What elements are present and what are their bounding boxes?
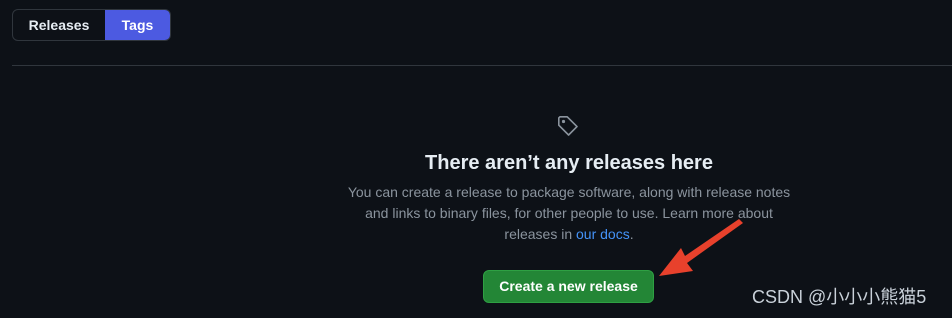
csdn-watermark: CSDN @小小小熊猫5 bbox=[752, 287, 927, 307]
releases-page: Releases Tags There aren’t any releases … bbox=[0, 0, 952, 318]
tag-icon bbox=[558, 116, 578, 136]
tab-tags[interactable]: Tags bbox=[105, 10, 170, 40]
description-line-3-prefix: releases in bbox=[504, 226, 576, 242]
blank-slate-title: There aren’t any releases here bbox=[425, 152, 713, 174]
red-arrow-annotation bbox=[659, 219, 743, 276]
tab-releases[interactable]: Releases bbox=[13, 10, 105, 40]
docs-link[interactable]: our docs bbox=[576, 226, 630, 242]
create-new-release-button[interactable]: Create a new release bbox=[483, 270, 654, 303]
description-line-1: You can create a release to package soft… bbox=[347, 184, 791, 200]
divider bbox=[12, 65, 952, 66]
description-line-3-suffix: . bbox=[629, 226, 634, 242]
releases-tags-tabnav: Releases Tags bbox=[12, 9, 171, 41]
